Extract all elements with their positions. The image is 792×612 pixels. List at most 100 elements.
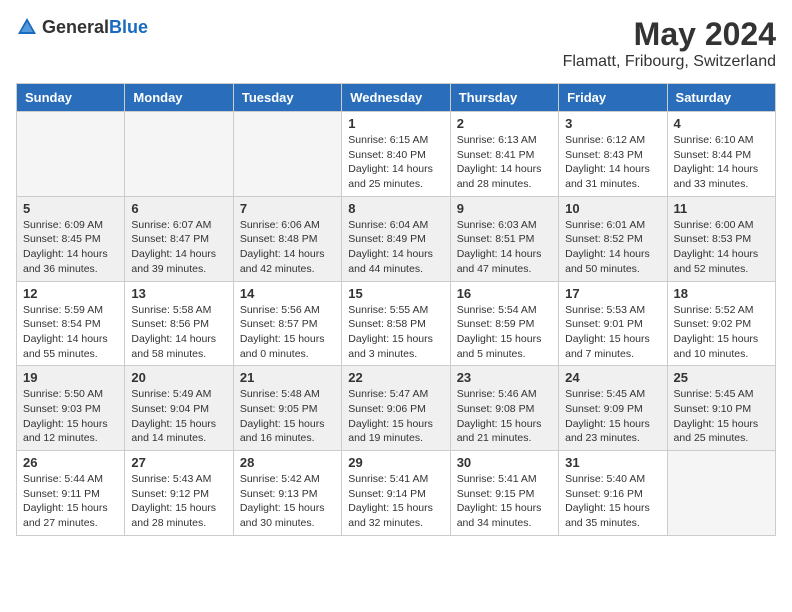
- day-number: 19: [23, 370, 118, 385]
- calendar-week-row: 19 Sunrise: 5:50 AMSunset: 9:03 PMDayligh…: [17, 366, 776, 451]
- calendar-cell: 4Sunrise: 6:10 AMSunset: 8:44 PMDaylight…: [667, 112, 775, 197]
- day-info: Sunrise: 6:06 AMSunset: 8:48 PMDaylight:…: [240, 218, 335, 277]
- day-info: Sunrise: 6:03 AMSunset: 8:51 PMDaylight:…: [457, 218, 552, 277]
- calendar-cell: 25Sunrise: 5:45 AMSunset: 9:10 PMDayligh…: [667, 366, 775, 451]
- calendar-cell: 17 Sunrise: 5:53 AMSunset: 9:01 PMDayligh…: [559, 281, 667, 366]
- day-number: 13: [131, 286, 226, 301]
- calendar-week-row: 5 Sunrise: 6:09 AMSunset: 8:45 PMDaylight…: [17, 196, 776, 281]
- day-number: 9: [457, 201, 552, 216]
- main-title: May 2024: [563, 16, 776, 53]
- day-info: Sunrise: 6:00 AMSunset: 8:53 PMDaylight:…: [674, 218, 769, 277]
- day-number: 18: [674, 286, 769, 301]
- logo: GeneralBlue: [16, 16, 148, 38]
- day-info: Sunrise: 5:41 AMSunset: 9:15 PMDaylight:…: [457, 472, 552, 531]
- day-number: 4: [674, 116, 769, 131]
- calendar-cell: 3Sunrise: 6:12 AMSunset: 8:43 PMDaylight…: [559, 112, 667, 197]
- day-info: Sunrise: 5:52 AMSunset: 9:02 PMDaylight:…: [674, 303, 769, 362]
- calendar-cell: 16 Sunrise: 5:54 AMSunset: 8:59 PMDayligh…: [450, 281, 558, 366]
- day-info: Sunrise: 5:44 AMSunset: 9:11 PMDaylight:…: [23, 472, 118, 531]
- day-info: Sunrise: 5:42 AMSunset: 9:13 PMDaylight:…: [240, 472, 335, 531]
- calendar-cell: 14 Sunrise: 5:56 AMSunset: 8:57 PMDayligh…: [233, 281, 341, 366]
- day-number: 31: [565, 455, 660, 470]
- day-info: Sunrise: 6:12 AMSunset: 8:43 PMDaylight:…: [565, 133, 660, 192]
- calendar-cell: 5 Sunrise: 6:09 AMSunset: 8:45 PMDaylight…: [17, 196, 125, 281]
- weekday-header-sunday: Sunday: [17, 84, 125, 112]
- calendar-cell: 12 Sunrise: 5:59 AMSunset: 8:54 PMDayligh…: [17, 281, 125, 366]
- weekday-header-row: SundayMondayTuesdayWednesdayThursdayFrid…: [17, 84, 776, 112]
- day-info: Sunrise: 5:46 AMSunset: 9:08 PMDaylight:…: [457, 387, 552, 446]
- day-info: Sunrise: 6:15 AMSunset: 8:40 PMDaylight:…: [348, 133, 443, 192]
- day-number: 29: [348, 455, 443, 470]
- calendar-cell: 24 Sunrise: 5:45 AMSunset: 9:09 PMDayligh…: [559, 366, 667, 451]
- day-info: Sunrise: 5:48 AMSunset: 9:05 PMDaylight:…: [240, 387, 335, 446]
- day-number: 15: [348, 286, 443, 301]
- calendar-table: SundayMondayTuesdayWednesdayThursdayFrid…: [16, 83, 776, 536]
- logo-icon: [16, 16, 38, 38]
- calendar-cell: 2 Sunrise: 6:13 AMSunset: 8:41 PMDaylight…: [450, 112, 558, 197]
- weekday-header-friday: Friday: [559, 84, 667, 112]
- calendar-week-row: 1 Sunrise: 6:15 AMSunset: 8:40 PMDaylight…: [17, 112, 776, 197]
- calendar-cell: 28 Sunrise: 5:42 AMSunset: 9:13 PMDayligh…: [233, 451, 341, 536]
- day-info: Sunrise: 5:45 AMSunset: 9:09 PMDaylight:…: [565, 387, 660, 446]
- day-number: 10: [565, 201, 660, 216]
- day-info: Sunrise: 5:43 AMSunset: 9:12 PMDaylight:…: [131, 472, 226, 531]
- day-info: Sunrise: 5:55 AMSunset: 8:58 PMDaylight:…: [348, 303, 443, 362]
- calendar-cell: 23 Sunrise: 5:46 AMSunset: 9:08 PMDayligh…: [450, 366, 558, 451]
- day-info: Sunrise: 5:41 AMSunset: 9:14 PMDaylight:…: [348, 472, 443, 531]
- day-info: Sunrise: 5:58 AMSunset: 8:56 PMDaylight:…: [131, 303, 226, 362]
- calendar-cell: 22Sunrise: 5:47 AMSunset: 9:06 PMDayligh…: [342, 366, 450, 451]
- day-info: Sunrise: 6:09 AMSunset: 8:45 PMDaylight:…: [23, 218, 118, 277]
- weekday-header-monday: Monday: [125, 84, 233, 112]
- calendar-cell: 10Sunrise: 6:01 AMSunset: 8:52 PMDayligh…: [559, 196, 667, 281]
- day-info: Sunrise: 5:59 AMSunset: 8:54 PMDaylight:…: [23, 303, 118, 362]
- day-info: Sunrise: 6:13 AMSunset: 8:41 PMDaylight:…: [457, 133, 552, 192]
- day-number: 14: [240, 286, 335, 301]
- day-number: 16: [457, 286, 552, 301]
- day-number: 25: [674, 370, 769, 385]
- day-number: 22: [348, 370, 443, 385]
- day-number: 28: [240, 455, 335, 470]
- page-header: GeneralBlue May 2024 Flamatt, Fribourg, …: [16, 16, 776, 71]
- logo-blue: Blue: [109, 17, 148, 37]
- day-info: Sunrise: 5:54 AMSunset: 8:59 PMDaylight:…: [457, 303, 552, 362]
- calendar-cell: 11 Sunrise: 6:00 AMSunset: 8:53 PMDayligh…: [667, 196, 775, 281]
- calendar-cell: [17, 112, 125, 197]
- day-info: Sunrise: 5:53 AMSunset: 9:01 PMDaylight:…: [565, 303, 660, 362]
- weekday-header-tuesday: Tuesday: [233, 84, 341, 112]
- calendar-cell: 15 Sunrise: 5:55 AMSunset: 8:58 PMDayligh…: [342, 281, 450, 366]
- day-number: 11: [674, 201, 769, 216]
- day-number: 5: [23, 201, 118, 216]
- day-number: 24: [565, 370, 660, 385]
- day-number: 17: [565, 286, 660, 301]
- calendar-cell: 18 Sunrise: 5:52 AMSunset: 9:02 PMDayligh…: [667, 281, 775, 366]
- calendar-cell: 1 Sunrise: 6:15 AMSunset: 8:40 PMDaylight…: [342, 112, 450, 197]
- day-info: Sunrise: 5:40 AMSunset: 9:16 PMDaylight:…: [565, 472, 660, 531]
- day-info: Sunrise: 5:49 AMSunset: 9:04 PMDaylight:…: [131, 387, 226, 446]
- day-number: 21: [240, 370, 335, 385]
- day-number: 30: [457, 455, 552, 470]
- day-info: Sunrise: 6:07 AMSunset: 8:47 PMDaylight:…: [131, 218, 226, 277]
- calendar-cell: 8 Sunrise: 6:04 AMSunset: 8:49 PMDaylight…: [342, 196, 450, 281]
- weekday-header-thursday: Thursday: [450, 84, 558, 112]
- day-info: Sunrise: 6:04 AMSunset: 8:49 PMDaylight:…: [348, 218, 443, 277]
- calendar-cell: 7Sunrise: 6:06 AMSunset: 8:48 PMDaylight…: [233, 196, 341, 281]
- calendar-cell: 9 Sunrise: 6:03 AMSunset: 8:51 PMDaylight…: [450, 196, 558, 281]
- day-info: Sunrise: 5:50 AMSunset: 9:03 PMDaylight:…: [23, 387, 118, 446]
- day-number: 20: [131, 370, 226, 385]
- weekday-header-wednesday: Wednesday: [342, 84, 450, 112]
- day-number: 23: [457, 370, 552, 385]
- day-number: 2: [457, 116, 552, 131]
- calendar-week-row: 12 Sunrise: 5:59 AMSunset: 8:54 PMDayligh…: [17, 281, 776, 366]
- calendar-cell: 21 Sunrise: 5:48 AMSunset: 9:05 PMDayligh…: [233, 366, 341, 451]
- day-number: 6: [131, 201, 226, 216]
- logo-text: GeneralBlue: [42, 17, 148, 38]
- day-number: 1: [348, 116, 443, 131]
- calendar-cell: 31 Sunrise: 5:40 AMSunset: 9:16 PMDayligh…: [559, 451, 667, 536]
- day-number: 12: [23, 286, 118, 301]
- calendar-cell: 26Sunrise: 5:44 AMSunset: 9:11 PMDayligh…: [17, 451, 125, 536]
- calendar-cell: [667, 451, 775, 536]
- day-number: 8: [348, 201, 443, 216]
- day-info: Sunrise: 5:56 AMSunset: 8:57 PMDaylight:…: [240, 303, 335, 362]
- calendar-cell: 20 Sunrise: 5:49 AMSunset: 9:04 PMDayligh…: [125, 366, 233, 451]
- calendar-week-row: 26Sunrise: 5:44 AMSunset: 9:11 PMDayligh…: [17, 451, 776, 536]
